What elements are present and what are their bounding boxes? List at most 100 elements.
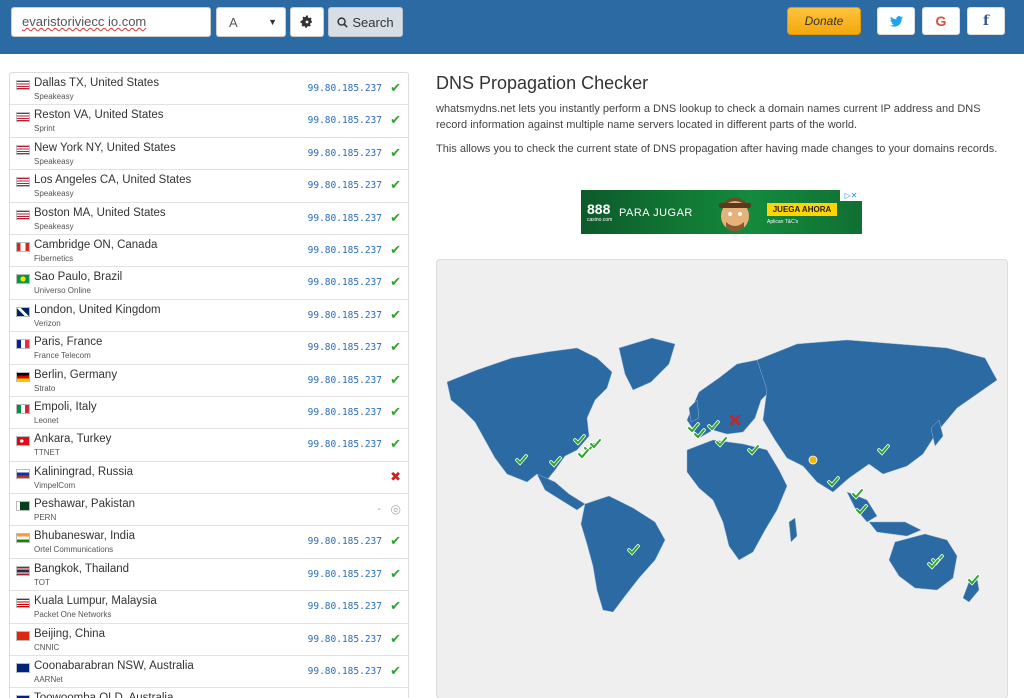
domain-search-input[interactable]: evaristoriviecc io.com (11, 7, 211, 37)
record-type-select[interactable]: A ▼ (216, 7, 286, 37)
server-ip[interactable]: 99.80.185.237 (308, 569, 382, 580)
record-type-value: A (229, 15, 238, 30)
server-ip[interactable]: 99.80.185.237 (308, 245, 382, 256)
asia (756, 339, 998, 493)
server-row: Boston MA, United States Speakeasy 99.80.1… (10, 203, 408, 235)
server-provider: TTNET (34, 448, 60, 458)
check-icon: ✔ (390, 663, 401, 679)
check-icon: ✔ (390, 177, 401, 193)
server-location: Reston VA, United States (34, 109, 164, 122)
server-location: Empoli, Italy (34, 400, 97, 413)
server-row: New York NY, United States Speakeasy 99.80… (10, 138, 408, 171)
server-ip[interactable]: 99.80.185.237 (308, 601, 382, 612)
intro-paragraph: whatsmydns.net lets you instantly perfor… (436, 103, 981, 131)
facebook-icon: f (982, 13, 990, 29)
gb-flag-icon (16, 306, 30, 317)
server-provider: Fibernetics (34, 253, 74, 263)
server-row: Reston VA, United States Sprint 99.80.185.… (10, 105, 408, 138)
search-button[interactable]: Search (328, 7, 403, 37)
australia (888, 533, 958, 591)
au-flag-icon (16, 663, 30, 674)
server-provider: VimpelCom (34, 480, 76, 490)
us-flag-icon (16, 112, 30, 123)
search-icon (337, 16, 349, 28)
google-button[interactable]: G (922, 7, 960, 35)
server-ip[interactable]: 99.80.185.237 (308, 310, 382, 321)
caret-down-icon: ▼ (268, 17, 277, 27)
server-ip[interactable]: 99.80.185.237 (308, 342, 382, 353)
pending-icon: ◎ (390, 502, 401, 517)
ad-choices-icon[interactable]: ▷✕ (840, 190, 862, 201)
server-location: Paris, France (34, 336, 103, 349)
facebook-button[interactable]: f (967, 7, 1005, 35)
cross-icon: ✖ (390, 468, 401, 484)
server-provider: Speakeasy (34, 189, 74, 199)
server-row: Kuala Lumpur, Malaysia Packet One Network… (10, 591, 408, 624)
advertisement-banner[interactable]: 888 casino.com PARA JUGAR JUEGA AHORA Apl… (581, 190, 862, 234)
top-bar: evaristoriviecc io.com A ▼ Search Donate… (0, 0, 1024, 54)
server-row: Sao Paulo, Brazil Universo Online 99.80.18… (10, 267, 408, 300)
server-provider: Packet One Networks (34, 610, 112, 620)
server-ip[interactable]: 99.80.185.237 (308, 407, 382, 418)
ad-logo-sub: casino.com (587, 217, 613, 223)
server-row: Paris, France France Telecom 99.80.185.237… (10, 332, 408, 365)
server-ip[interactable]: 99.80.185.237 (308, 83, 382, 94)
gear-icon (300, 15, 313, 28)
settings-button[interactable] (290, 7, 324, 37)
server-ip[interactable]: 99.80.185.237 (308, 536, 382, 547)
server-ip[interactable]: 99.80.185.237 (308, 148, 382, 159)
check-icon: ✔ (390, 630, 401, 646)
twitter-button[interactable] (877, 7, 915, 35)
south-america (580, 495, 666, 613)
server-provider: Verizon (34, 318, 61, 328)
donate-button[interactable]: Donate (787, 7, 861, 35)
server-row: Beijing, China CNNIC 99.80.185.237 ✔ (10, 624, 408, 657)
server-row: Los Angeles CA, United States Speakeasy 99… (10, 170, 408, 203)
search-button-label: Search (352, 14, 394, 30)
check-icon: ✔ (390, 80, 401, 95)
check-icon: ✔ (390, 403, 401, 419)
server-provider: Universo Online (34, 286, 91, 296)
de-flag-icon (16, 371, 30, 382)
server-provider: AARNet (34, 675, 63, 685)
server-location: Dallas TX, United States (34, 77, 160, 89)
server-location: London, United Kingdom (34, 303, 161, 316)
check-icon: ✔ (390, 241, 401, 257)
world-map-svg (446, 337, 998, 613)
server-provider: PERN (34, 513, 57, 523)
check-icon: ✔ (390, 144, 401, 160)
br-flag-icon (16, 274, 30, 285)
server-row: Bhubaneswar, India Ortel Communications 99… (10, 526, 408, 559)
ad-mascot-image (719, 197, 751, 231)
server-ip[interactable]: 99.80.185.237 (308, 115, 382, 126)
domain-value: evaristoriviecc io.com (22, 14, 147, 29)
tr-flag-icon (16, 436, 30, 447)
server-ip[interactable]: - (376, 504, 382, 515)
ad-cta-button[interactable]: JUEGA AHORA (767, 203, 837, 216)
server-provider: Ortel Communications (34, 545, 114, 555)
check-icon: ✔ (390, 209, 401, 225)
server-provider: Speakeasy (34, 221, 74, 231)
southeast-asia (846, 491, 878, 523)
server-location: Bhubaneswar, India (34, 530, 136, 543)
server-row: Bangkok, Thailand TOT 99.80.185.237 ✔ (10, 559, 408, 592)
server-ip[interactable]: 99.80.185.237 (308, 213, 382, 224)
server-location: Ankara, Turkey (34, 433, 112, 446)
server-location: New York NY, United States (34, 141, 176, 154)
server-ip[interactable]: 99.80.185.237 (308, 666, 382, 677)
server-location: Sao Paulo, Brazil (34, 271, 123, 284)
server-provider: Speakeasy (34, 92, 74, 101)
pk-flag-icon (16, 501, 30, 512)
server-ip[interactable]: 99.80.185.237 (308, 634, 382, 645)
server-ip[interactable]: 99.80.185.237 (308, 375, 382, 386)
server-ip[interactable]: 99.80.185.237 (308, 439, 382, 450)
server-ip[interactable]: 99.80.185.237 (308, 277, 382, 288)
check-icon: ✔ (390, 565, 401, 581)
server-provider: Strato (34, 383, 56, 393)
server-ip[interactable]: 99.80.185.237 (308, 180, 382, 191)
ad-logo-text: 888 (587, 201, 611, 217)
map-marker-peshawar[interactable] (808, 455, 818, 465)
check-icon: ✔ (390, 533, 401, 549)
server-location: Peshawar, Pakistan (34, 498, 136, 511)
fr-flag-icon (16, 339, 30, 350)
